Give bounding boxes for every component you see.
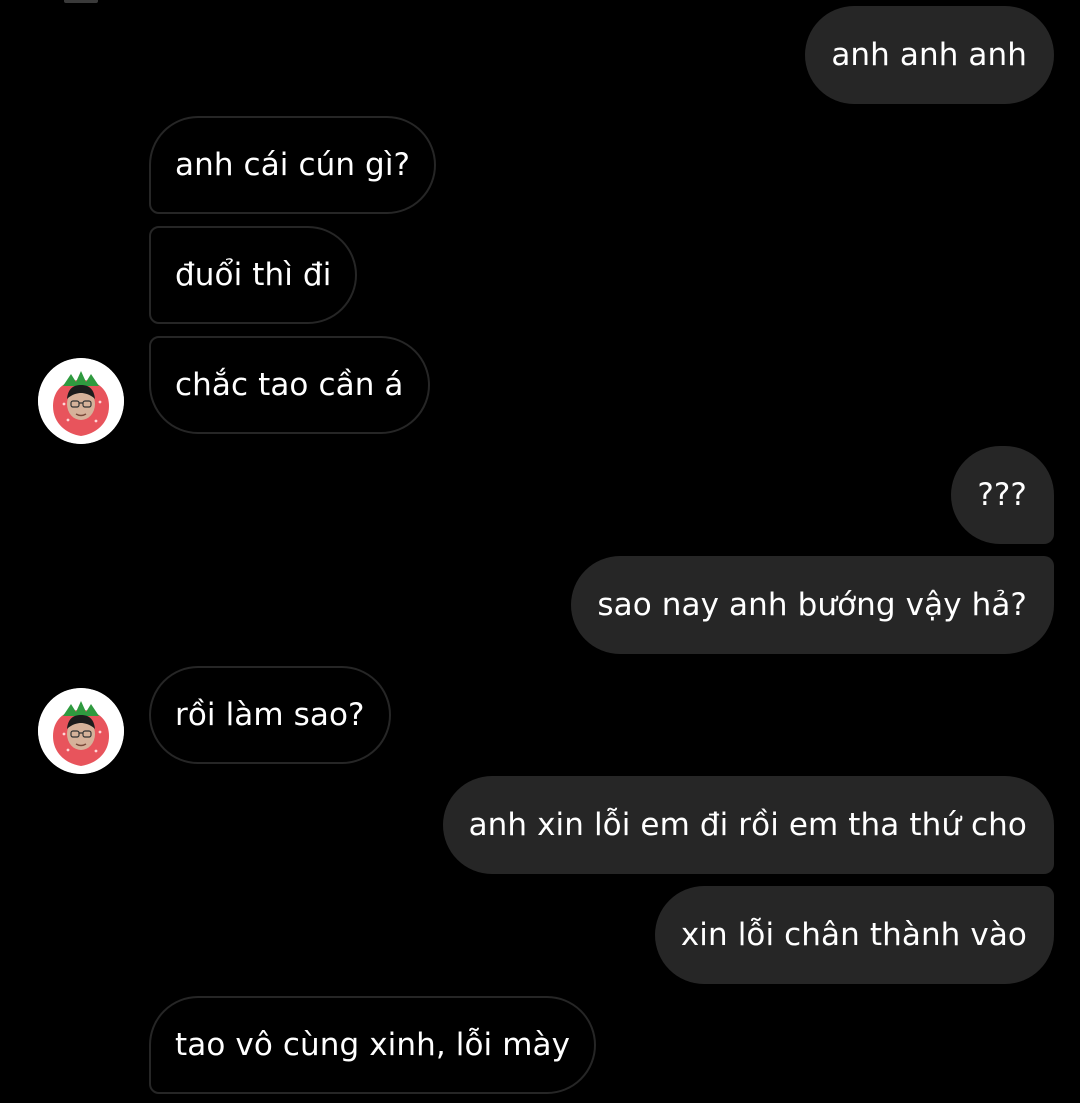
message-text: chắc tao cần á: [175, 367, 404, 403]
message-text: anh cái cún gì?: [175, 147, 411, 183]
top-edge-fragment: [64, 0, 98, 3]
sent-message-bubble[interactable]: sao nay anh bướng vậy hả?: [571, 556, 1054, 654]
sent-message-bubble[interactable]: ???: [951, 446, 1054, 544]
sent-message-bubble[interactable]: anh anh anh: [805, 6, 1054, 104]
strawberry-avatar-icon: [38, 358, 124, 444]
received-message-bubble[interactable]: tao vô cùng xinh, lỗi mày: [149, 996, 597, 1094]
message-text: đuổi thì đi: [175, 257, 332, 293]
message-text: xin lỗi chân thành vào: [680, 917, 1027, 953]
message-text: rồi làm sao?: [175, 697, 365, 733]
received-message-bubble[interactable]: anh cái cún gì?: [149, 116, 437, 214]
sent-message-bubble[interactable]: xin lỗi chân thành vào: [654, 886, 1054, 984]
received-message-bubble[interactable]: rồi làm sao?: [149, 666, 391, 764]
contact-avatar[interactable]: [38, 358, 124, 444]
message-text: ???: [977, 477, 1027, 513]
message-text: anh anh anh: [831, 37, 1027, 73]
message-text: anh xin lỗi em đi rồi em tha thứ cho: [468, 807, 1027, 843]
contact-avatar[interactable]: [38, 688, 124, 774]
message-text: tao vô cùng xinh, lỗi mày: [175, 1027, 571, 1063]
received-message-bubble[interactable]: chắc tao cần á: [149, 336, 430, 434]
message-text: sao nay anh bướng vậy hả?: [597, 587, 1027, 623]
sent-message-bubble[interactable]: anh xin lỗi em đi rồi em tha thứ cho: [442, 776, 1054, 874]
strawberry-avatar-icon: [38, 688, 124, 774]
received-message-bubble[interactable]: đuổi thì đi: [149, 226, 358, 324]
